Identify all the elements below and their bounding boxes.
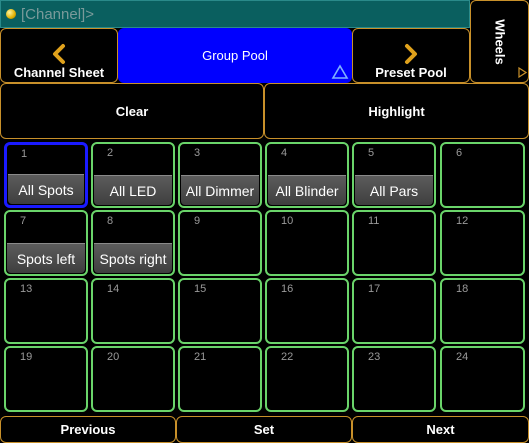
group-tile[interactable]: 14 [91,278,175,344]
group-number: 23 [368,351,381,363]
group-tile[interactable]: 20 [91,346,175,412]
next-label: Next [426,422,455,437]
group-tile[interactable]: 17 [352,278,436,344]
group-number: 24 [456,351,469,363]
clear-label: Clear [115,103,149,119]
group-number: 12 [456,215,469,227]
group-tile[interactable]: 22 [265,346,349,412]
group-number: 2 [107,147,114,159]
group-number: 10 [281,215,294,227]
next-button[interactable]: Next [352,416,529,443]
preset-pool-label: Preset Pool [375,65,447,80]
channel-sheet-label: Channel Sheet [13,65,105,80]
group-number: 21 [194,351,207,363]
group-number: 14 [107,283,120,295]
group-number: 18 [456,283,469,295]
group-number: 8 [107,215,114,227]
wheels-button[interactable]: Wheels [470,0,529,83]
highlight-button[interactable]: Highlight [264,83,529,139]
group-number: 3 [194,147,201,159]
group-tile[interactable]: 1 All Spots [4,142,88,208]
group-tile[interactable]: 12 [440,210,525,276]
previous-button[interactable]: Previous [0,416,176,443]
group-tile[interactable]: 3 All Dimmer [178,142,262,208]
command-line[interactable]: [Channel]> [0,0,470,28]
group-tile[interactable]: 23 [352,346,436,412]
group-number: 11 [368,215,380,227]
group-number: 20 [107,351,120,363]
group-number: 19 [20,351,33,363]
group-label: All LED [94,175,172,205]
group-number: 16 [281,283,294,295]
group-label: All Spots [8,174,84,204]
group-tile[interactable]: 13 [4,278,88,344]
group-tile[interactable]: 10 [265,210,349,276]
group-number: 4 [281,147,288,159]
group-tile[interactable]: 18 [440,278,525,344]
group-number: 22 [281,351,294,363]
group-number: 17 [368,283,381,295]
set-button[interactable]: Set [176,416,352,443]
group-label: All Dimmer [181,175,259,205]
group-tile[interactable]: 7 Spots left [4,210,88,276]
group-label: All Pars [355,175,433,205]
group-pool-label: Group Pool [202,48,268,63]
triangle-up-icon [331,64,349,79]
group-number: 5 [368,147,375,159]
group-tile[interactable]: 16 [265,278,349,344]
group-number: 7 [20,215,27,227]
preset-pool-button[interactable]: Preset Pool [352,28,470,83]
group-tile[interactable]: 9 [178,210,262,276]
group-number: 13 [20,283,33,295]
set-label: Set [253,422,275,437]
group-tile[interactable]: 4 All Blinder [265,142,349,208]
highlight-label: Highlight [368,103,425,119]
group-label: Spots right [94,243,172,273]
group-number: 6 [456,147,463,159]
tab-group-pool[interactable]: Group Pool [118,28,352,83]
group-tile[interactable]: 6 [440,142,525,208]
wheels-label: Wheels [492,18,507,65]
group-tile[interactable]: 5 All Pars [352,142,436,208]
group-tile[interactable]: 19 [4,346,88,412]
group-tile[interactable]: 2 All LED [91,142,175,208]
group-tile[interactable]: 11 [352,210,436,276]
command-line-text: [Channel]> [21,5,94,23]
chevron-left-icon [53,44,65,64]
chevron-right-icon [405,44,417,64]
group-tile[interactable]: 8 Spots right [91,210,175,276]
play-arrow-icon [518,67,527,78]
status-dot-icon [6,9,16,19]
group-number: 1 [21,148,28,160]
group-label: Spots left [7,243,85,273]
group-number: 9 [194,215,201,227]
group-tile[interactable]: 15 [178,278,262,344]
channel-sheet-button[interactable]: Channel Sheet [0,28,118,83]
group-number: 15 [194,283,207,295]
clear-button[interactable]: Clear [0,83,264,139]
previous-label: Previous [60,422,116,437]
group-tile[interactable]: 21 [178,346,262,412]
group-tile[interactable]: 24 [440,346,525,412]
group-label: All Blinder [268,175,346,205]
